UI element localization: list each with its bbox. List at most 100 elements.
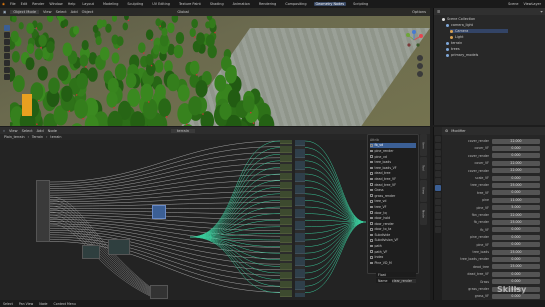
popup-item[interactable]: Pine_VD_M (370, 260, 416, 266)
data-tab-icon[interactable] (435, 213, 441, 219)
value-field[interactable]: 0.000 (492, 175, 540, 181)
orientation-selector[interactable]: Global (177, 10, 188, 14)
constraints-tab-icon[interactable] (435, 206, 441, 212)
workspace-tab-modeling[interactable]: Modeling (101, 2, 120, 6)
blender-logo-icon[interactable]: ◉ (2, 2, 5, 6)
outliner-item[interactable]: trees (446, 47, 460, 51)
value-field[interactable]: 0.000 (492, 145, 540, 151)
value-field[interactable]: 0.000 (492, 153, 540, 159)
value-field[interactable]: 0.000 (492, 190, 540, 196)
value-field[interactable]: 11.000 (492, 197, 540, 203)
outliner-item[interactable]: primary_models (446, 53, 478, 57)
breadcrumb-item[interactable]: Terrain (32, 135, 43, 139)
geometry-node-column[interactable] (295, 137, 305, 297)
value-field[interactable]: 22.000 (492, 212, 540, 218)
node-menu-select[interactable]: Select (22, 129, 33, 133)
workspace-tab-geometry-nodes[interactable]: Geometry Nodes (313, 2, 347, 6)
node-menu-add[interactable]: Add (37, 129, 44, 133)
navigation-gizmo[interactable] (404, 30, 424, 50)
menu-edit[interactable]: Edit (21, 2, 28, 6)
value-field[interactable]: 22.000 (492, 160, 540, 166)
value-field[interactable]: 22.000 (492, 168, 540, 174)
math-node[interactable] (152, 205, 166, 219)
workspace-tab-uv-editing[interactable]: UV Editing (150, 2, 172, 6)
modifier-tab-icon[interactable] (435, 185, 441, 191)
outliner-item[interactable]: Camera (450, 29, 509, 33)
outliner-item[interactable]: Light (450, 35, 463, 39)
value-field[interactable]: 0.000 (492, 279, 540, 285)
join-node[interactable] (108, 239, 130, 255)
outliner-type-icon[interactable]: ☰ (437, 10, 440, 14)
value-field[interactable]: 0.000 (492, 271, 540, 277)
viewport-menu-object[interactable]: Object (82, 10, 94, 14)
workspace-tab-shading[interactable]: Shading (208, 2, 226, 6)
sidebar-tab-item[interactable]: Item (420, 134, 427, 156)
output-tab-icon[interactable] (435, 150, 441, 156)
workspace-tab-sculpting[interactable]: Sculpting (125, 2, 145, 6)
sidebar-tab-tool[interactable]: Tool (420, 157, 427, 179)
value-field[interactable]: 25.000 (492, 182, 540, 188)
breadcrumb-item[interactable]: Plain_terrain (4, 135, 25, 139)
mode-selector[interactable]: Object Mode (10, 10, 40, 14)
menu-help[interactable]: Help (68, 2, 76, 6)
move-tool-icon[interactable] (4, 39, 10, 45)
viewport-menu-view[interactable]: View (43, 10, 52, 14)
options-button[interactable]: Options (412, 10, 430, 14)
value-field[interactable]: 0.000 (492, 256, 540, 262)
group-input-node[interactable] (36, 180, 50, 242)
menu-render[interactable]: Render (32, 2, 44, 6)
rotate-tool-icon[interactable] (4, 46, 10, 52)
workspace-tab-animation[interactable]: Animation (231, 2, 252, 6)
filter-icon[interactable]: ⏷ (540, 10, 545, 14)
transform-node[interactable] (82, 245, 100, 259)
measure-tool-icon[interactable] (4, 74, 10, 80)
breadcrumb-item[interactable]: terrain (50, 135, 61, 139)
workspace-tab-layout[interactable]: Layout (80, 2, 96, 6)
texture-tab-icon[interactable] (435, 227, 441, 233)
output-node[interactable] (150, 285, 168, 299)
sidebar-tab-node[interactable]: Node (420, 203, 427, 225)
value-field[interactable]: 25.000 (492, 249, 540, 255)
value-field[interactable]: 0.000 (492, 293, 540, 299)
tool-tab-icon[interactable] (435, 136, 441, 142)
sidebar-tab-view[interactable]: View (420, 180, 427, 202)
node-tree-selector[interactable]: terrain (171, 128, 196, 133)
outliner-item[interactable]: terrain (446, 41, 462, 45)
value-field[interactable]: 25.000 (492, 264, 540, 270)
scene-selector[interactable]: Scene (508, 2, 518, 6)
geometry-node-editor[interactable]: ⌗ View Select Add Node terrain Plain_ter… (0, 127, 430, 307)
pan-icon[interactable] (417, 63, 423, 69)
camera-view-icon[interactable] (417, 71, 423, 77)
value-field[interactable]: 22.000 (492, 138, 540, 144)
scene-tab-icon[interactable] (435, 164, 441, 170)
editor-type-icon[interactable]: ⌗ (3, 129, 5, 133)
annotate-tool-icon[interactable] (4, 67, 10, 73)
scale-tool-icon[interactable] (4, 53, 10, 59)
value-field[interactable]: 0.000 (492, 227, 540, 233)
properties-type-icon[interactable]: ⚙ (445, 129, 448, 133)
physics-tab-icon[interactable] (435, 199, 441, 205)
render-tab-icon[interactable] (435, 143, 441, 149)
3d-viewport[interactable]: ▣ Object Mode View Select Add Object Glo… (0, 8, 430, 126)
value-field[interactable]: 5.000 (492, 205, 540, 211)
cursor-tool-icon[interactable] (4, 32, 10, 38)
menu-file[interactable]: File (10, 2, 16, 6)
select-tool-icon[interactable] (4, 25, 10, 31)
value-field[interactable]: 0.000 (492, 242, 540, 248)
view-layer-tab-icon[interactable] (435, 157, 441, 163)
attribute-node-column[interactable] (280, 137, 292, 297)
workspace-tab-scripting[interactable]: Scripting (351, 2, 370, 6)
node-menu-node[interactable]: Node (48, 129, 57, 133)
viewport-menu-add[interactable]: Add (71, 10, 78, 14)
world-tab-icon[interactable] (435, 171, 441, 177)
particles-tab-icon[interactable] (435, 192, 441, 198)
workspace-tab-rendering[interactable]: Rendering (257, 2, 278, 6)
value-field[interactable]: 25.000 (492, 219, 540, 225)
workspace-tab-compositing[interactable]: Compositing (283, 2, 308, 6)
menu-window[interactable]: Window (49, 2, 62, 6)
data-type-select[interactable]: Float (376, 272, 416, 277)
outliner-item[interactable]: Scene Collection (442, 17, 475, 21)
outliner-item[interactable]: camera_light (446, 23, 473, 27)
zoom-icon[interactable] (417, 55, 423, 61)
material-tab-icon[interactable] (435, 220, 441, 226)
